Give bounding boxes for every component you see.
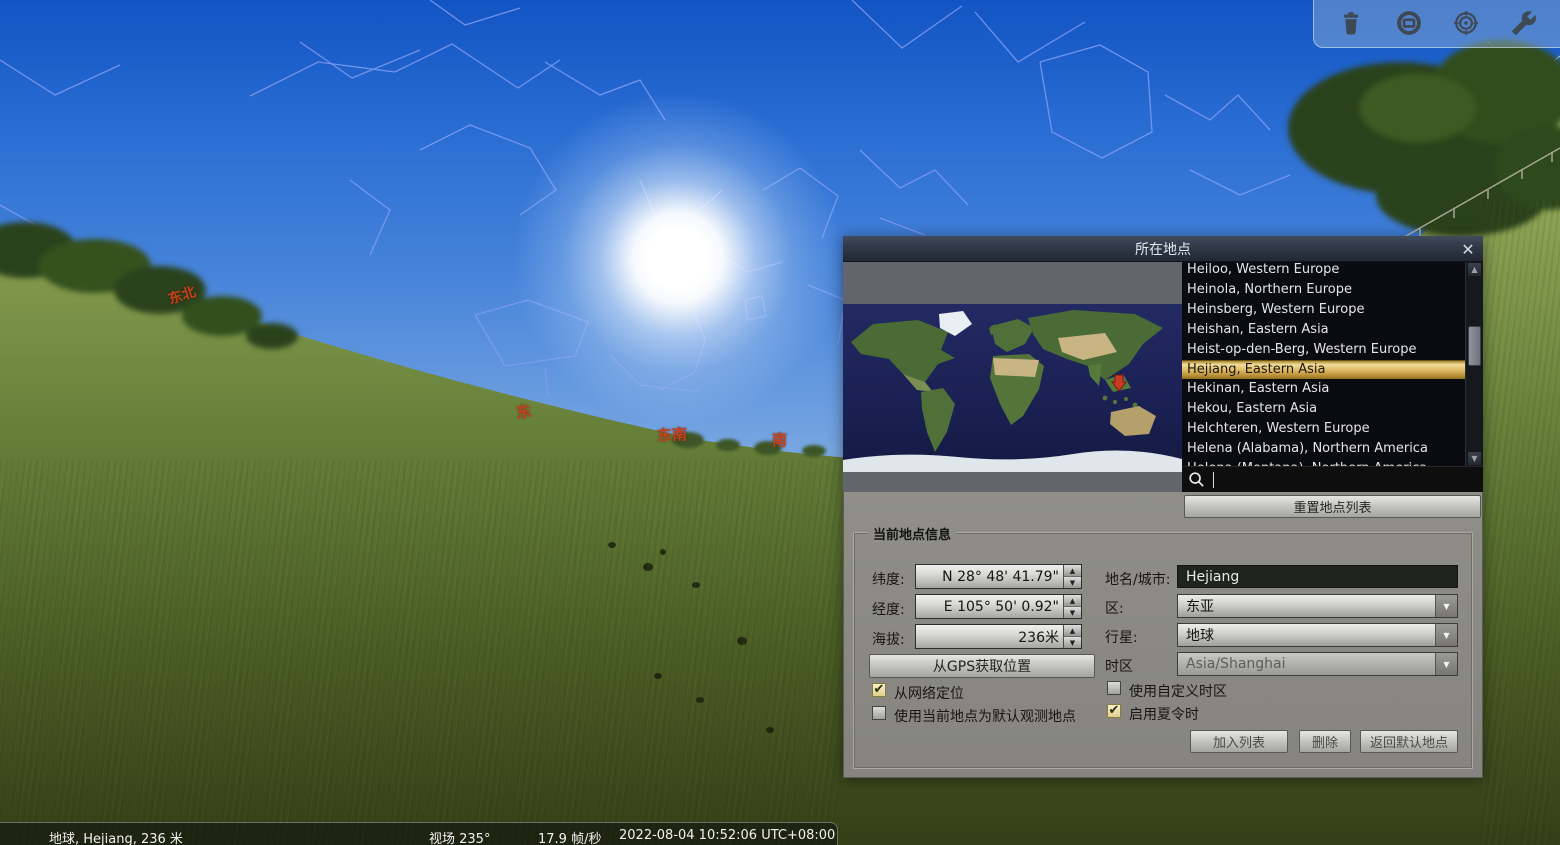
- wrench-icon[interactable]: [1507, 6, 1541, 40]
- search-icon: [1188, 471, 1205, 488]
- network-locate-label[interactable]: 从网络定位: [894, 683, 964, 703]
- list-item[interactable]: Helena (Montana), Northern America: [1182, 459, 1465, 466]
- latitude-label: 纬度:: [872, 569, 905, 589]
- city-input[interactable]: Hejiang: [1177, 565, 1458, 588]
- location-search-input[interactable]: [1182, 466, 1483, 492]
- timezone-value: Asia/Shanghai: [1186, 656, 1286, 672]
- spin-up-icon[interactable]: ▲: [1064, 595, 1081, 606]
- spin-up-icon[interactable]: ▲: [1064, 565, 1081, 576]
- dialog-upper-area: Heiloo, Western Europe Heinola, Northern…: [843, 262, 1483, 492]
- world-map-image: [843, 304, 1182, 472]
- close-icon[interactable]: ✕: [1458, 239, 1478, 259]
- spin-down-icon[interactable]: ▼: [1064, 636, 1081, 648]
- location-list: Heiloo, Western Europe Heinola, Northern…: [1182, 262, 1465, 466]
- timezone-label: 时区: [1105, 656, 1133, 676]
- planet-dropdown[interactable]: 地球 ▼: [1177, 623, 1458, 647]
- network-locate-checkbox[interactable]: ✔: [872, 683, 886, 697]
- dialog-lower-area: 重置地点列表 当前地点信息 纬度: N 28° 48' 41.79" ▲ ▼ 经…: [843, 492, 1483, 778]
- timezone-dropdown[interactable]: Asia/Shanghai ▼: [1177, 652, 1458, 676]
- city-label: 地名/城市:: [1105, 569, 1170, 589]
- gps-button[interactable]: 从GPS获取位置: [869, 654, 1095, 678]
- list-item[interactable]: Heishan, Eastern Asia: [1182, 320, 1465, 340]
- latitude-spin-buttons: ▲ ▼: [1063, 565, 1081, 588]
- list-item[interactable]: Heinsberg, Western Europe: [1182, 300, 1465, 320]
- list-item[interactable]: Heinola, Northern Europe: [1182, 280, 1465, 300]
- status-location: 地球, Hejiang, 236 米: [49, 828, 183, 845]
- longitude-spinbox[interactable]: E 105° 50' 0.92" ▲ ▼: [915, 594, 1082, 619]
- longitude-spin-buttons: ▲ ▼: [1063, 595, 1081, 618]
- location-marker-icon: [1110, 374, 1128, 392]
- scroll-down-icon[interactable]: ▼: [1468, 452, 1481, 465]
- city-value: Hejiang: [1186, 569, 1239, 585]
- spin-down-icon[interactable]: ▼: [1064, 606, 1081, 618]
- altitude-value: 236米: [1018, 627, 1059, 647]
- reset-list-button[interactable]: 重置地点列表: [1184, 495, 1481, 518]
- custom-timezone-checkbox[interactable]: ✔: [1107, 681, 1121, 695]
- dst-checkbox[interactable]: ✔: [1107, 704, 1121, 718]
- latitude-value: N 28° 48' 41.79": [942, 569, 1059, 585]
- longitude-value: E 105° 50' 0.92": [944, 599, 1059, 615]
- altitude-label: 海拔:: [872, 629, 905, 649]
- chevron-down-icon[interactable]: ▼: [1435, 624, 1457, 646]
- longitude-label: 经度:: [872, 599, 905, 619]
- add-to-list-button[interactable]: 加入列表: [1190, 730, 1288, 753]
- scrollbar-thumb[interactable]: [1468, 326, 1481, 366]
- groupbox-title: 当前地点信息: [868, 524, 956, 543]
- return-default-button[interactable]: 返回默认地点: [1360, 730, 1458, 753]
- altitude-spinbox[interactable]: 236米 ▲ ▼: [915, 624, 1082, 649]
- list-item[interactable]: Heist-op-den-Berg, Western Europe: [1182, 340, 1465, 360]
- world-map[interactable]: [843, 262, 1182, 492]
- top-toolbar: [1313, 0, 1560, 48]
- text-caret: [1213, 472, 1214, 488]
- trash-icon[interactable]: [1334, 6, 1368, 40]
- list-item-selected[interactable]: Hejiang, Eastern Asia: [1182, 360, 1465, 379]
- dialog-titlebar[interactable]: 所在地点 ✕: [843, 236, 1483, 262]
- dst-label[interactable]: 启用夏令时: [1129, 704, 1199, 724]
- target-icon[interactable]: [1449, 6, 1483, 40]
- list-item[interactable]: Helena (Alabama), Northern America: [1182, 439, 1465, 459]
- delete-button[interactable]: 删除: [1299, 730, 1351, 753]
- status-fps: 17.9 帧/秒: [538, 828, 601, 845]
- list-item[interactable]: Hekou, Eastern Asia: [1182, 399, 1465, 419]
- scroll-up-icon[interactable]: ▲: [1468, 263, 1481, 276]
- chevron-down-icon[interactable]: ▼: [1435, 595, 1457, 617]
- list-scrollbar[interactable]: ▲ ▼: [1465, 262, 1483, 466]
- status-datetime: 2022-08-04 10:52:06 UTC+08:00: [619, 828, 835, 843]
- spin-up-icon[interactable]: ▲: [1064, 625, 1081, 636]
- list-item[interactable]: Heiloo, Western Europe: [1182, 262, 1465, 280]
- region-dropdown[interactable]: 东亚 ▼: [1177, 594, 1458, 618]
- status-fov: 视场 235°: [429, 828, 490, 845]
- chevron-down-icon[interactable]: ▼: [1435, 653, 1457, 675]
- altitude-spin-buttons: ▲ ▼: [1063, 625, 1081, 648]
- location-dialog: 所在地点 ✕: [843, 236, 1483, 778]
- region-value: 东亚: [1186, 596, 1214, 616]
- dialog-title: 所在地点: [1135, 239, 1191, 259]
- latitude-spinbox[interactable]: N 28° 48' 41.79" ▲ ▼: [915, 564, 1082, 589]
- spin-down-icon[interactable]: ▼: [1064, 576, 1081, 588]
- stellarium-window: 东北 东 东南 南: [0, 0, 1560, 845]
- screen-icon[interactable]: [1392, 6, 1426, 40]
- planet-label: 行星:: [1105, 627, 1138, 647]
- list-item[interactable]: Helchteren, Western Europe: [1182, 419, 1465, 439]
- status-bar: 地球, Hejiang, 236 米 视场 235° 17.9 帧/秒 2022…: [0, 822, 838, 845]
- default-location-checkbox[interactable]: ✔: [872, 706, 886, 720]
- region-label: 区:: [1105, 598, 1124, 618]
- list-item[interactable]: Hekinan, Eastern Asia: [1182, 379, 1465, 399]
- current-location-groupbox: 当前地点信息 纬度: N 28° 48' 41.79" ▲ ▼ 经度: E 10…: [853, 532, 1473, 769]
- default-location-label[interactable]: 使用当前地点为默认观测地点: [894, 706, 1076, 726]
- planet-value: 地球: [1186, 625, 1214, 645]
- custom-timezone-label[interactable]: 使用自定义时区: [1129, 681, 1227, 701]
